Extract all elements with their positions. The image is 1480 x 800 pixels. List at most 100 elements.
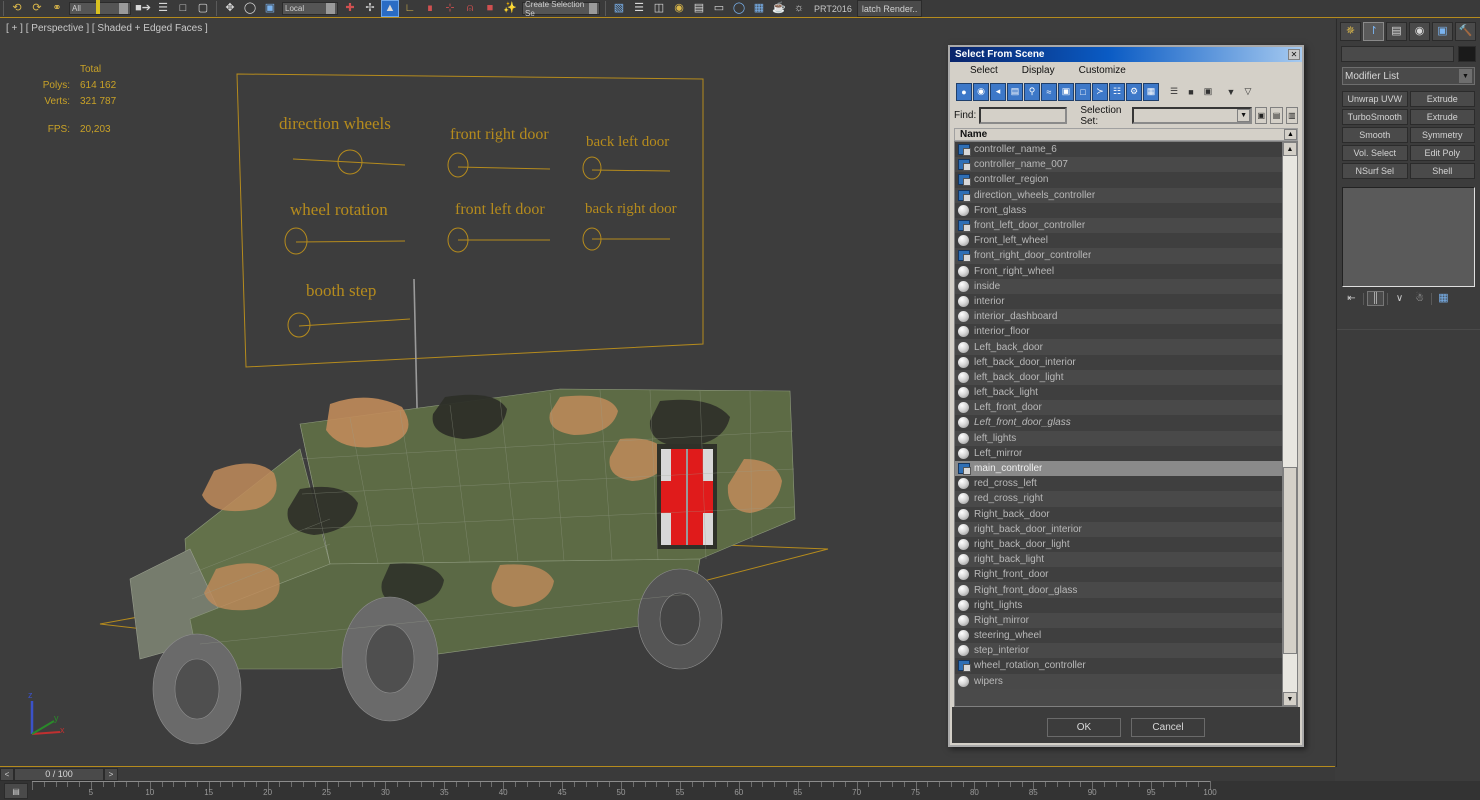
modifier-button-turbosmooth[interactable]: TurboSmooth <box>1342 109 1408 125</box>
chevron-down-icon[interactable]: ▼ <box>1237 109 1251 122</box>
modifier-stack-toolbar[interactable]: ⇤ ║ ∨ ☃ ▦ <box>1337 287 1480 310</box>
next-frame-button[interactable]: > <box>104 767 118 781</box>
list-vertical-scrollbar[interactable]: ▲ ▼ <box>1282 142 1297 706</box>
render-frame-icon[interactable]: ☕ <box>770 0 788 17</box>
menu-display[interactable]: Display <box>1022 65 1055 76</box>
add-selection-set-icon[interactable]: ▣ <box>1255 107 1268 124</box>
list-item[interactable]: left_back_door_interior <box>955 354 1282 370</box>
named-selection-field[interactable]: All <box>69 2 131 15</box>
list-item[interactable]: Left_front_door_glass <box>955 415 1282 431</box>
current-frame-display[interactable]: 0 / 100 <box>14 767 104 781</box>
list-item[interactable]: Front_right_wheel <box>955 263 1282 279</box>
list-item[interactable]: steering_wheel <box>955 628 1282 644</box>
scroll-thumb[interactable] <box>1283 466 1297 655</box>
dialog-menu-bar[interactable]: Select Display Customize <box>950 62 1302 78</box>
list-item[interactable]: front_left_door_controller <box>955 217 1282 234</box>
command-panel[interactable]: ✵ ↾ ▤ ◉ ▣ 🔨 Modifier List ▼ Unwrap UVW E… <box>1336 19 1480 767</box>
dialog-find-row[interactable]: Find: Selection Set: ▼ ▣ ▤ ▥ <box>954 105 1298 127</box>
cancel-button[interactable]: Cancel <box>1131 718 1205 737</box>
dialog-action-buttons[interactable]: OK Cancel <box>950 718 1302 737</box>
motion-tab[interactable]: ◉ <box>1409 22 1430 41</box>
edit-selection-set-icon[interactable]: ▥ <box>1285 107 1298 124</box>
display-shapes-icon[interactable]: ◉ <box>973 82 989 101</box>
object-name-row[interactable] <box>1337 43 1480 65</box>
curve-editor-icon[interactable]: ▭ <box>710 0 728 17</box>
material-editor-icon[interactable]: ◯ <box>730 0 748 17</box>
timeline-ruler[interactable]: 5 10 15 20 25 30 35 40 45 50 55 60 65 70 75 80 85 90 95 100 <box>0 781 1480 800</box>
rect-select-region-icon[interactable]: □ <box>174 0 192 17</box>
scene-object-list[interactable]: controller_name_6 controller_name_007 cont… <box>954 141 1298 707</box>
close-icon[interactable]: ✕ <box>1288 49 1300 60</box>
modifier-stack-list[interactable] <box>1342 187 1475 287</box>
list-item[interactable]: inside <box>955 278 1282 294</box>
named-selection-spinner[interactable] <box>119 3 128 14</box>
modifier-button-set[interactable]: Unwrap UVW Extrude TurboSmooth Extrude S… <box>1337 87 1480 183</box>
list-item[interactable]: Right_back_door <box>955 506 1282 522</box>
graph-editor-icon[interactable]: ◉ <box>670 0 688 17</box>
list-item[interactable]: front_right_door_controller <box>955 248 1282 264</box>
scroll-up-button[interactable]: ▲ <box>1283 142 1297 156</box>
modifier-button-extrude-2[interactable]: Extrude <box>1409 109 1475 125</box>
remove-selection-set-icon[interactable]: ▤ <box>1270 107 1283 124</box>
use-pivot-center-icon[interactable]: ✚ <box>341 0 359 17</box>
display-influences-icon[interactable]: ▣ <box>1200 82 1216 101</box>
selection-set-combo[interactable]: ▼ <box>1132 107 1253 124</box>
select-by-name-icon[interactable]: ☰ <box>154 0 172 17</box>
display-children-icon[interactable]: ■ <box>1183 82 1199 101</box>
list-column-header[interactable]: Name ▲ <box>954 128 1298 141</box>
command-panel-tabs[interactable]: ✵ ↾ ▤ ◉ ▣ 🔨 <box>1337 19 1480 43</box>
window-crossing-icon[interactable]: ▢ <box>194 0 212 17</box>
list-item[interactable]: red_cross_left <box>955 476 1282 492</box>
dialog-title-bar[interactable]: Select From Scene ✕ <box>950 47 1302 62</box>
list-item[interactable]: interior_floor <box>955 324 1282 340</box>
list-item[interactable]: Left_mirror <box>955 445 1282 461</box>
schematic-view-icon[interactable]: ▤ <box>690 0 708 17</box>
list-item[interactable]: Front_glass <box>955 202 1282 218</box>
reference-coordinate-field[interactable]: Local <box>282 2 338 15</box>
select-move-icon[interactable]: ✥ <box>221 0 239 17</box>
display-ik-icon[interactable]: ▦ <box>1143 82 1159 101</box>
modifier-button-smooth[interactable]: Smooth <box>1342 127 1408 143</box>
layer-manager-icon[interactable]: ◫ <box>650 0 668 17</box>
configure-modifier-sets-icon[interactable]: ▦ <box>1435 291 1452 306</box>
list-item[interactable]: left_back_door_light <box>955 369 1282 385</box>
list-types-icon[interactable]: ☰ <box>1166 82 1182 101</box>
list-item[interactable]: wheel_rotation_controller <box>955 658 1282 674</box>
list-item[interactable]: controller_region <box>955 172 1282 188</box>
spinner-snap-icon[interactable]: ⊹ <box>441 0 459 17</box>
modifier-list-dropdown[interactable]: Modifier List ▼ <box>1342 67 1475 85</box>
display-groups-icon[interactable]: ▣ <box>1058 82 1074 101</box>
display-tab[interactable]: ▣ <box>1432 22 1453 41</box>
display-xrefs-icon[interactable]: □ <box>1075 82 1091 101</box>
snap-toggle-icon[interactable]: ▲ <box>381 0 399 17</box>
modifier-button-vol-select[interactable]: Vol. Select <box>1342 145 1408 161</box>
object-color-swatch[interactable] <box>1458 46 1476 62</box>
list-item[interactable]: interior <box>955 293 1282 310</box>
list-item[interactable]: step_interior <box>955 643 1282 659</box>
list-item[interactable]: left_lights <box>955 430 1282 446</box>
modify-tab[interactable]: ↾ <box>1363 22 1384 41</box>
list-item[interactable]: direction_wheels_controller <box>955 187 1282 203</box>
advanced-filter-icon[interactable]: ▽ <box>1240 82 1256 101</box>
list-item[interactable]: left_back_light <box>955 385 1282 401</box>
modifier-button-unwrap-uvw[interactable]: Unwrap UVW <box>1342 91 1408 107</box>
coord-dropdown-arrow[interactable] <box>326 3 335 14</box>
scene-object-list-body[interactable]: controller_name_6 controller_name_007 cont… <box>955 142 1282 706</box>
track-bar-toggle-icon[interactable]: ▤ <box>4 783 28 799</box>
main-toolbar[interactable]: ⟲ ⟳ ⚭ All ■➔ ☰ □ ▢ ✥ ◯ ▣ Local ✚ ✢ ▲ ∟ ∎… <box>0 0 1480 18</box>
menu-customize[interactable]: Customize <box>1079 65 1126 76</box>
list-item[interactable]: Front_left_wheel <box>955 233 1282 249</box>
list-item[interactable]: Left_back_door <box>955 339 1282 355</box>
redo-icon[interactable]: ⟳ <box>28 0 46 17</box>
abc-snap-icon[interactable]: ✨ <box>501 0 519 17</box>
list-item[interactable]: wipers <box>955 673 1282 689</box>
list-item[interactable]: right_back_door_interior <box>955 521 1282 537</box>
display-bones-icon[interactable]: ≻ <box>1092 82 1108 101</box>
select-rotate-icon[interactable]: ◯ <box>241 0 259 17</box>
display-lights-icon[interactable]: ◂ <box>990 82 1006 101</box>
chevron-down-icon[interactable]: ▼ <box>1459 69 1472 83</box>
display-geometry-icon[interactable]: ● <box>956 82 972 101</box>
create-tab[interactable]: ✵ <box>1340 22 1361 41</box>
link-icon[interactable]: ⚭ <box>48 0 66 17</box>
list-item[interactable]: main_controller <box>955 460 1282 477</box>
